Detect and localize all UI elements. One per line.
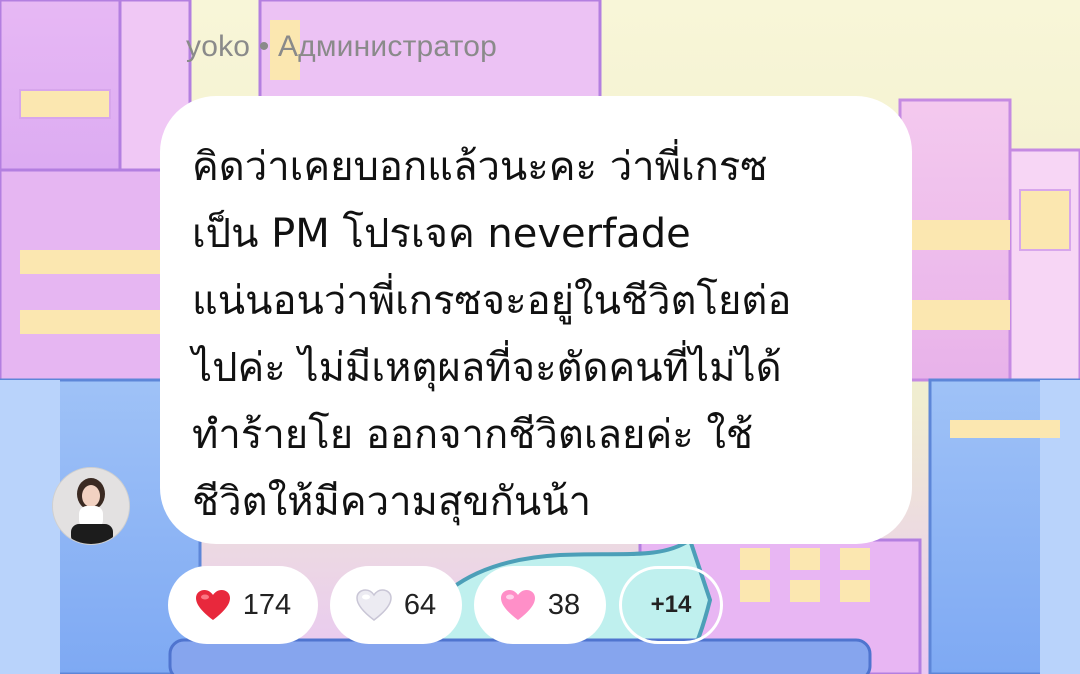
message-line: ทำร้ายโย ออกจากชีวิตเลยค่ะ ใช้ <box>192 412 754 458</box>
sender-name: yoko • Администратор <box>186 30 497 63</box>
message-bubble[interactable]: คิดว่าเคยบอกแล้วนะคะ ว่าพี่เกรซ เป็น PM … <box>160 96 912 544</box>
avatar[interactable] <box>52 467 130 545</box>
message-line: ไปค่ะ ไม่มีเหตุผลที่จะตัดคนที่ไม่ได้ <box>192 345 782 391</box>
message-text: คิดว่าเคยบอกแล้วนะคะ ว่าพี่เกรซ เป็น PM … <box>192 134 892 536</box>
message-line: ชีวิตให้มีความสุขกันน้า <box>192 479 592 525</box>
white-heart-icon <box>356 589 392 621</box>
reaction-count: 64 <box>403 588 437 621</box>
reaction-count: 38 <box>547 588 581 621</box>
reaction-white-heart[interactable]: 64 <box>330 566 462 644</box>
user-photo-icon <box>53 468 129 544</box>
more-reactions-count: +14 <box>650 591 692 618</box>
reaction-red-heart[interactable]: 174 <box>168 566 318 644</box>
message-line: แน่นอนว่าพี่เกรซจะอยู่ในชีวิตโยต่อ <box>192 278 792 324</box>
reaction-count: 174 <box>242 588 292 621</box>
message-line: เป็น PM โปรเจค neverfade <box>192 211 691 257</box>
pink-heart-icon <box>500 590 535 620</box>
message-line: คิดว่าเคยบอกแล้วนะคะ ว่าพี่เกรซ <box>192 144 768 190</box>
red-heart-icon <box>195 590 230 620</box>
more-reactions-button[interactable]: +14 <box>619 566 723 644</box>
reaction-pink-heart[interactable]: 38 <box>474 566 606 644</box>
